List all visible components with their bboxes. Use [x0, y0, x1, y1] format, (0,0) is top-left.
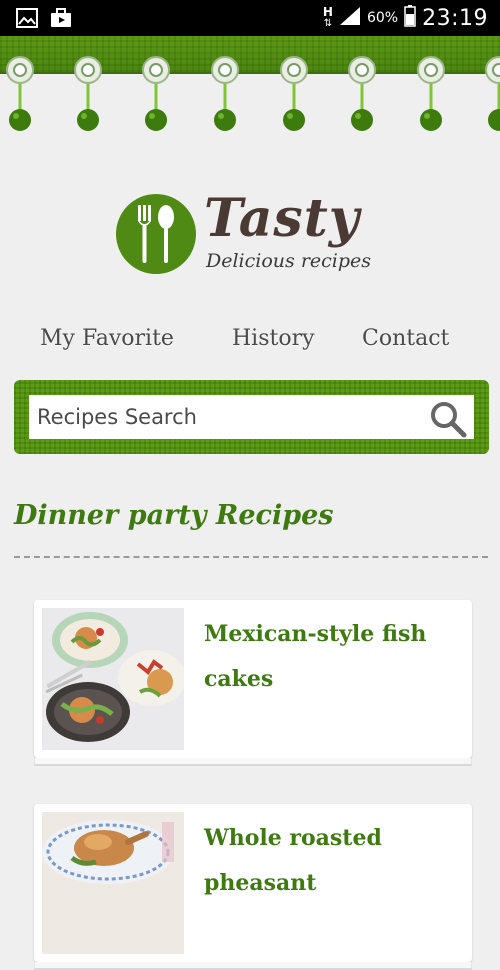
ring-8 [485, 56, 500, 131]
ring-3 [142, 56, 170, 131]
recipe-title[interactable]: Mexican-style fish cakes [204, 612, 434, 702]
network-type: H [322, 5, 333, 19]
recipe-image-fish-cakes [42, 608, 184, 750]
ring-5 [280, 56, 308, 131]
ring-1 [6, 56, 34, 131]
briefcase-icon [50, 8, 72, 28]
search-input[interactable] [29, 395, 474, 439]
search-icon[interactable] [429, 400, 467, 438]
recipe-title[interactable]: Whole roasted pheasant [204, 816, 434, 906]
section-title: Dinner party Recipes [14, 500, 334, 531]
logo-subtitle: Delicious recipes [206, 250, 372, 272]
ring-7 [417, 56, 445, 131]
clock: 23:19 [422, 5, 488, 31]
recipe-card[interactable]: Mexican-style fish cakes [34, 600, 472, 766]
ring-4 [211, 56, 239, 131]
nav-my-favorite[interactable]: My Favorite [40, 326, 174, 351]
network-h-icon: H ⇅ [322, 5, 333, 29]
recipe-image-pheasant [42, 812, 184, 954]
search-box [14, 380, 489, 454]
battery-percentage: 60% [366, 10, 399, 26]
nav-history[interactable]: History [232, 326, 315, 351]
status-bar: H ⇅ 60% 23:19 [0, 0, 500, 36]
battery-icon [404, 5, 416, 31]
app-logo[interactable]: Tasty Delicious recipes [116, 188, 386, 278]
recipe-card[interactable]: Whole roasted pheasant [34, 804, 472, 970]
nav-contact[interactable]: Contact [362, 326, 449, 351]
section-divider [14, 556, 488, 558]
fork-spoon-icon [116, 194, 196, 274]
ring-6 [348, 56, 376, 131]
signal-icon [339, 6, 361, 30]
binding-rings [6, 56, 500, 131]
logo-title: Tasty [204, 188, 360, 249]
gallery-icon [16, 8, 38, 28]
main-nav: My Favorite History Contact [0, 326, 500, 356]
ring-2 [74, 56, 102, 131]
